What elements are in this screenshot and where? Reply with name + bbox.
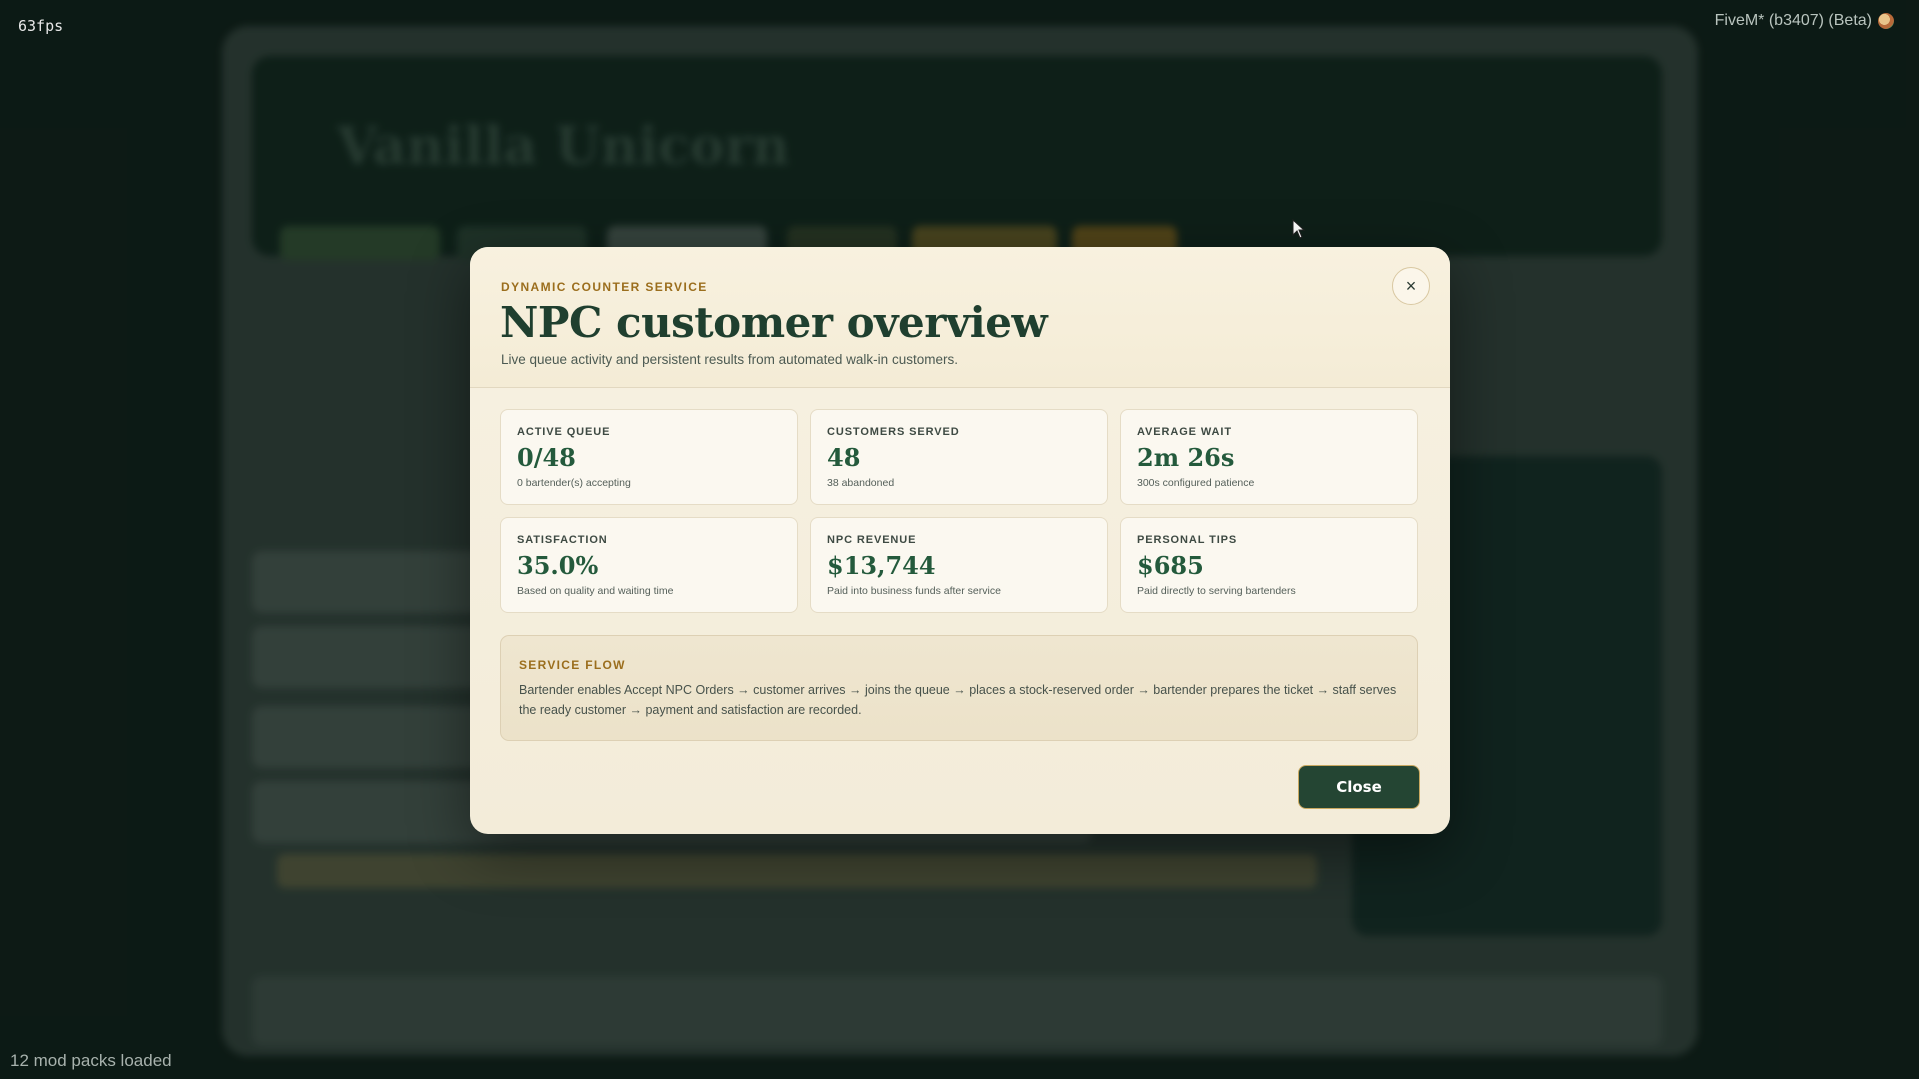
stat-average-wait: AVERAGE WAIT 2m 26s 300s configured pati… <box>1120 409 1418 505</box>
npc-overview-modal: DYNAMIC COUNTER SERVICE NPC customer ove… <box>470 247 1450 834</box>
service-flow-label: SERVICE FLOW <box>519 658 626 672</box>
stat-value: 48 <box>827 443 861 472</box>
close-icon-button[interactable]: × <box>1392 267 1430 305</box>
mouse-cursor-icon <box>1292 219 1306 239</box>
stat-note: 0 bartender(s) accepting <box>517 477 631 489</box>
stat-label: CUSTOMERS SERVED <box>827 426 960 438</box>
service-flow-text: Bartender enables Accept NPC Orders → cu… <box>519 683 1397 717</box>
stat-note: 38 abandoned <box>827 477 895 489</box>
service-flow-panel: SERVICE FLOW Bartender enables Accept NP… <box>500 635 1418 741</box>
stat-value: $685 <box>1137 551 1204 580</box>
stat-label: SATISFACTION <box>517 534 608 546</box>
client-brand: FiveM* (b3407) (Beta) <box>1715 12 1894 30</box>
stat-value: 0/48 <box>517 443 576 472</box>
close-icon: × <box>1405 275 1417 296</box>
stat-note: Paid into business funds after service <box>827 585 1001 597</box>
stat-value: 2m 26s <box>1137 443 1235 472</box>
stat-customers-served: CUSTOMERS SERVED 48 38 abandoned <box>810 409 1108 505</box>
fivem-logo-icon <box>1878 13 1894 29</box>
stat-value: $13,744 <box>827 551 936 580</box>
stat-personal-tips: PERSONAL TIPS $685 Paid directly to serv… <box>1120 517 1418 613</box>
modal-subtitle: Live queue activity and persistent resul… <box>501 352 958 367</box>
client-brand-label: FiveM* (b3407) (Beta) <box>1714 12 1872 29</box>
stat-npc-revenue: NPC REVENUE $13,744 Paid into business f… <box>810 517 1108 613</box>
stat-label: ACTIVE QUEUE <box>517 426 611 438</box>
stats-grid: ACTIVE QUEUE 0/48 0 bartender(s) accepti… <box>500 409 1418 613</box>
stat-note: 300s configured patience <box>1137 477 1255 489</box>
mod-packs-status: 12 mod packs loaded <box>10 1051 172 1070</box>
modal-header: DYNAMIC COUNTER SERVICE NPC customer ove… <box>470 247 1450 388</box>
stat-active-queue: ACTIVE QUEUE 0/48 0 bartender(s) accepti… <box>500 409 798 505</box>
stat-label: PERSONAL TIPS <box>1137 534 1238 546</box>
fps-counter: 63fps <box>18 17 64 35</box>
modal-eyebrow: DYNAMIC COUNTER SERVICE <box>501 280 708 294</box>
modal-title: NPC customer overview <box>500 298 1048 347</box>
stat-value: 35.0% <box>517 551 599 580</box>
stat-satisfaction: SATISFACTION 35.0% Based on quality and … <box>500 517 798 613</box>
stat-note: Based on quality and waiting time <box>517 585 674 597</box>
stat-label: AVERAGE WAIT <box>1137 426 1232 438</box>
stat-note: Paid directly to serving bartenders <box>1137 585 1296 597</box>
stat-label: NPC REVENUE <box>827 534 917 546</box>
close-button[interactable]: Close <box>1298 765 1420 809</box>
